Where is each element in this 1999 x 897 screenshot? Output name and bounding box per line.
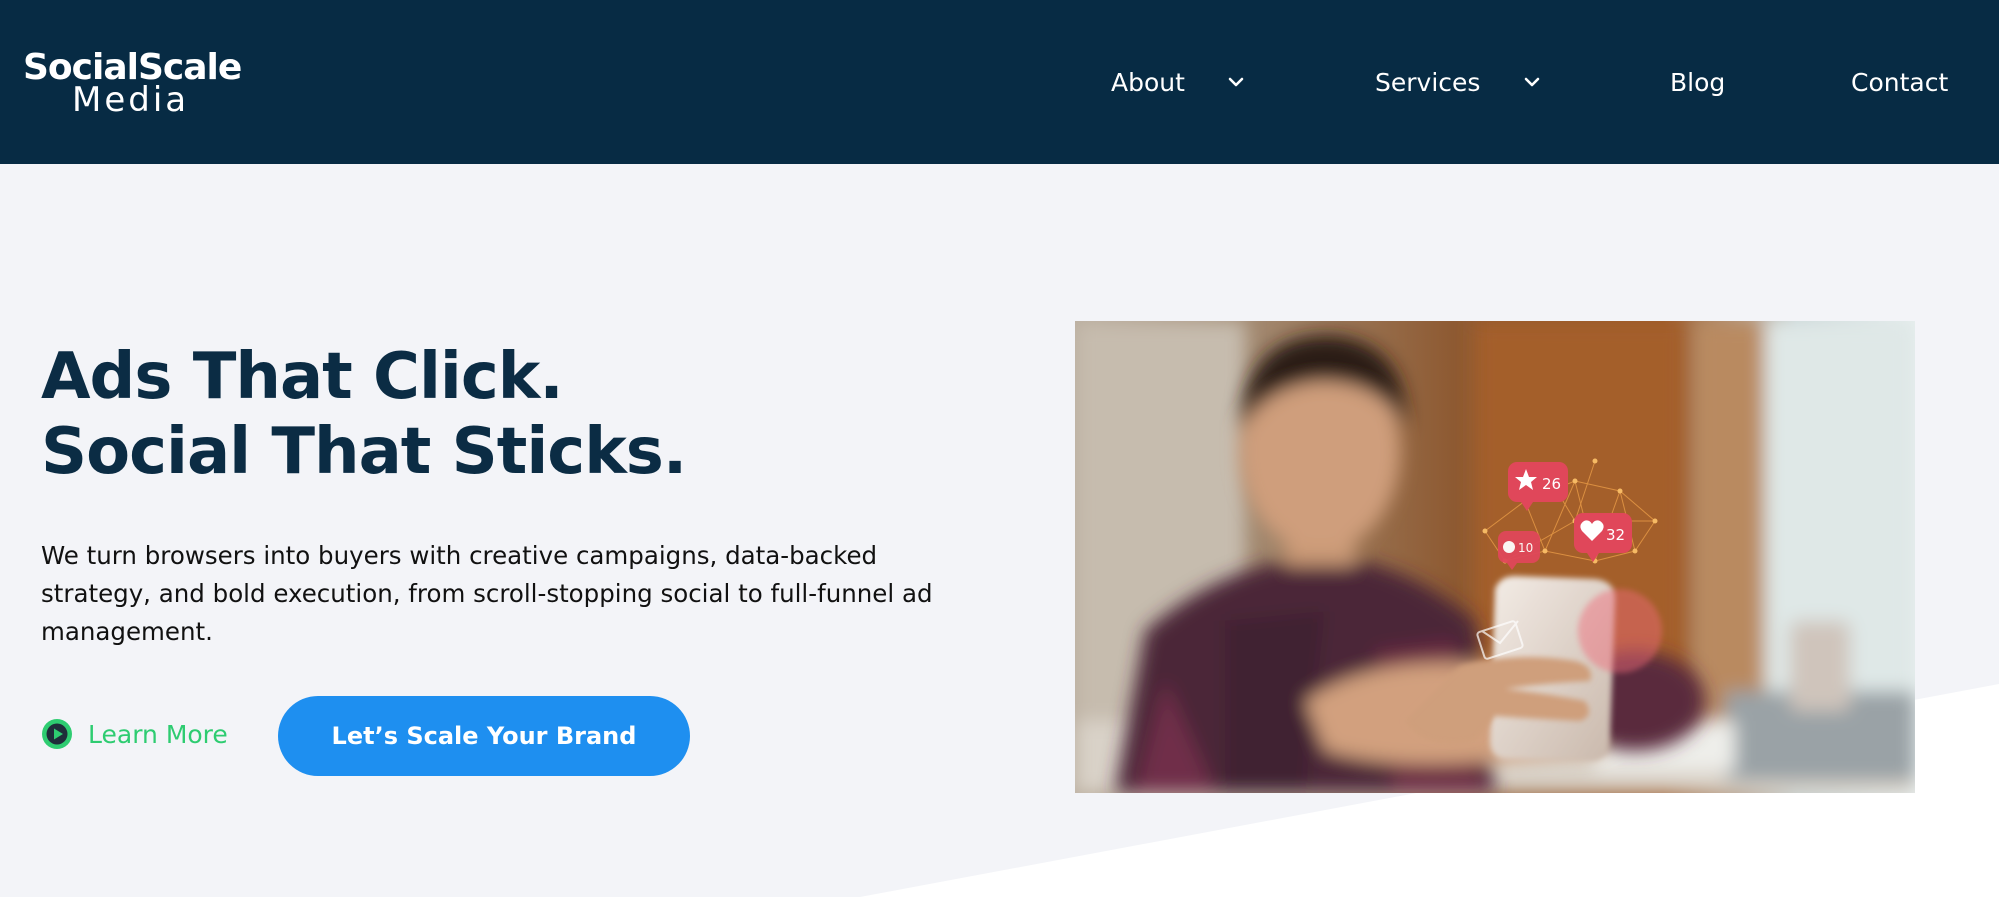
nav-item-blog[interactable]: Blog <box>1670 60 1725 104</box>
star-count: 26 <box>1542 475 1561 493</box>
comment-count: 10 <box>1518 541 1533 555</box>
scale-brand-button[interactable]: Let’s Scale Your Brand <box>278 696 690 776</box>
play-circle-icon <box>42 719 72 749</box>
hero-description: We turn browsers into buyers with creati… <box>41 541 933 646</box>
nav-item-contact[interactable]: Contact <box>1851 60 1948 104</box>
hero-headline: Ads That Click. Social That Sticks. <box>41 340 687 490</box>
hero-image: 26 32 10 <box>1075 321 1915 793</box>
headline-line-1: Ads That Click. <box>41 340 564 414</box>
heart-count: 32 <box>1606 526 1625 544</box>
site-header: SocialScale Media About Services Blog Co… <box>0 0 1999 164</box>
location-pin-icon <box>1578 589 1662 673</box>
site-logo[interactable]: SocialScale Media <box>23 48 263 121</box>
nav-item-about[interactable]: About <box>1111 60 1185 104</box>
learn-more-label: Learn More <box>88 719 228 749</box>
headline-line-2: Social That Sticks. <box>41 415 687 489</box>
chevron-down-icon[interactable] <box>1222 68 1250 96</box>
logo-text-secondary: Media <box>72 80 190 120</box>
chevron-down-icon[interactable] <box>1518 68 1546 96</box>
learn-more-link[interactable]: Learn More <box>41 718 228 750</box>
nav-item-services[interactable]: Services <box>1375 60 1480 104</box>
hero-section: Ads That Click. Social That Sticks. We t… <box>0 164 1999 897</box>
person-with-phone-illustration: 26 32 10 <box>1075 321 1915 793</box>
